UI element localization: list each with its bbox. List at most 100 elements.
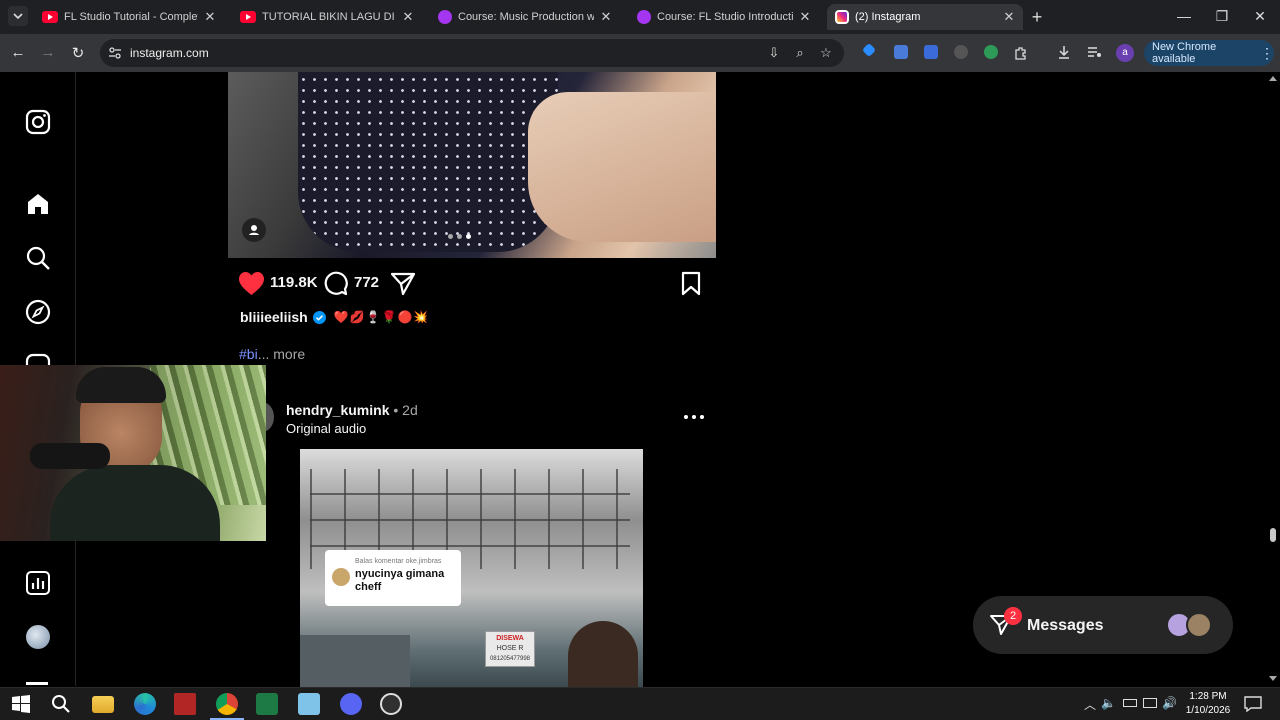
caption-more-row: #bi... more — [239, 346, 305, 362]
page-scrollbar[interactable] — [1266, 72, 1280, 686]
tab-title: FL Studio Tutorial - Complete M — [64, 11, 198, 23]
explore-compass-icon[interactable] — [24, 298, 52, 326]
profile-avatar[interactable] — [26, 625, 50, 649]
save-bookmark-icon[interactable] — [680, 271, 702, 296]
post-separator: • — [393, 402, 399, 418]
discord-icon[interactable] — [340, 693, 362, 715]
site-info-icon[interactable] — [108, 46, 122, 60]
home-icon[interactable] — [24, 190, 52, 218]
tab-fl-studio-tutorial[interactable]: FL Studio Tutorial - Complete M ✕ — [34, 4, 224, 30]
windows-start-icon[interactable] — [10, 693, 32, 715]
scroll-down-arrow[interactable] — [1269, 676, 1277, 681]
search-icon[interactable] — [50, 693, 72, 715]
extension-puzzle-blue-icon[interactable] — [894, 45, 908, 59]
battery-icon[interactable] — [1123, 699, 1137, 707]
extension-green-icon[interactable] — [984, 45, 998, 59]
post-username[interactable]: bliiieeliish — [240, 309, 308, 325]
profile-avatar[interactable]: a — [1116, 44, 1134, 62]
extension-diamond-icon[interactable] — [861, 42, 877, 58]
address-bar[interactable]: instagram.com ⇩ ⌕ ☆ — [100, 39, 844, 67]
carousel-dot-active — [466, 234, 471, 239]
tab-search-button[interactable] — [8, 6, 28, 26]
taskbar-clock[interactable]: 1:28 PM 1/10/2026 — [1182, 690, 1234, 718]
close-tab-icon[interactable]: ✕ — [402, 9, 414, 25]
scroll-thumb[interactable] — [1270, 528, 1276, 542]
extension-bitwarden-icon[interactable] — [924, 45, 938, 59]
sign-sub: HOSE R — [496, 645, 524, 652]
close-window-button[interactable]: ✕ — [1250, 8, 1270, 25]
more-link[interactable]: ... more — [258, 346, 305, 362]
post-video[interactable]: DISEWA HOSE R 081205477998 Balas komenta… — [228, 449, 716, 687]
dashboard-chart-icon[interactable] — [24, 569, 52, 597]
chat-avatar[interactable] — [1186, 612, 1212, 638]
post-header: hendry_kumink • 2d Original audio — [286, 402, 418, 436]
clock-date: 1/10/2026 — [1185, 705, 1231, 716]
heart-filled-icon[interactable] — [238, 271, 265, 296]
verified-badge-icon — [312, 310, 326, 324]
file-explorer-icon[interactable] — [92, 696, 114, 713]
minimize-button[interactable]: — — [1174, 8, 1194, 24]
udemy-icon — [637, 10, 651, 24]
scroll-up-arrow[interactable] — [1269, 76, 1277, 81]
share-send-icon[interactable] — [390, 272, 416, 296]
webcam-overlay — [0, 365, 266, 541]
speaker-icon[interactable]: 🔈 — [1101, 696, 1116, 710]
tab-course-fl-studio-intro[interactable]: Course: FL Studio Introduction ✕ — [629, 4, 819, 30]
messages-button[interactable]: 2 Messages — [973, 596, 1233, 654]
clock-time: 1:28 PM — [1189, 691, 1227, 702]
forward-button[interactable]: → — [38, 44, 58, 61]
new-chrome-available-button[interactable]: New Chrome available ⋮ — [1144, 40, 1274, 66]
close-tab-icon[interactable]: ✕ — [799, 9, 811, 25]
obs-icon[interactable] — [380, 693, 402, 715]
downloads-icon[interactable] — [1056, 44, 1072, 60]
bookmark-star-icon[interactable]: ☆ — [818, 45, 834, 61]
excel-icon[interactable] — [256, 693, 278, 715]
chevron-down-icon — [13, 13, 23, 20]
close-tab-icon[interactable]: ✕ — [1003, 9, 1015, 25]
youtube-icon — [240, 11, 256, 23]
more-menu-icon[interactable] — [26, 682, 48, 685]
audio-link[interactable]: Original audio — [286, 421, 418, 436]
hashtag-link[interactable]: #bi — [239, 346, 258, 362]
edge-icon[interactable] — [134, 693, 156, 715]
messages-label: Messages — [1027, 617, 1104, 634]
extension-gray-icon[interactable] — [954, 45, 968, 59]
voicemeeter-icon[interactable] — [174, 693, 196, 715]
reload-button[interactable]: ↻ — [68, 44, 88, 62]
comment-count[interactable]: 772 — [354, 274, 379, 291]
kebab-menu-icon: ⋮ — [1260, 44, 1274, 61]
notification-icon[interactable] — [1244, 696, 1262, 712]
chrome-icon[interactable] — [216, 693, 238, 715]
back-button[interactable]: ← — [8, 44, 28, 61]
post-media-image[interactable] — [228, 72, 716, 258]
carousel-dot — [448, 234, 453, 239]
instagram-icon — [835, 10, 849, 24]
notepad-icon[interactable] — [298, 693, 320, 715]
search-icon[interactable] — [24, 244, 52, 272]
like-count[interactable]: 119.8K — [270, 274, 318, 291]
comment-icon[interactable] — [324, 271, 349, 296]
media-controls-icon[interactable] — [1086, 44, 1102, 60]
trash-bin — [300, 635, 410, 687]
tab-title: Course: Music Production with — [458, 11, 594, 23]
tab-instagram[interactable]: (2) Instagram ✕ — [827, 4, 1023, 30]
tab-course-music-production[interactable]: Course: Music Production with ✕ — [430, 4, 620, 30]
post-actions-bar: 119.8K 772 — [238, 270, 708, 296]
show-hidden-icons-chevron-icon[interactable]: ︿ — [1084, 696, 1096, 713]
post-username[interactable]: hendry_kumink — [286, 402, 389, 418]
zoom-icon[interactable]: ⌕ — [792, 45, 808, 61]
close-tab-icon[interactable]: ✕ — [600, 9, 612, 25]
extensions-puzzle-icon[interactable] — [1013, 45, 1029, 61]
volume-icon[interactable]: 🔊 — [1162, 696, 1177, 710]
close-tab-icon[interactable]: ✕ — [204, 9, 216, 25]
caption-emojis: ❤️💋🍷🌹🔴💥 — [333, 310, 430, 324]
network-icon[interactable] — [1143, 698, 1157, 708]
tagged-user-icon[interactable] — [242, 218, 266, 242]
more-options-icon[interactable] — [683, 414, 705, 420]
restore-button[interactable]: ❐ — [1212, 8, 1232, 25]
tab-tutorial-bikin-lagu[interactable]: TUTORIAL BIKIN LAGU DI FL STU ✕ — [232, 4, 422, 30]
new-tab-button[interactable]: + — [1029, 7, 1045, 28]
post-age[interactable]: 2d — [402, 402, 418, 418]
instagram-logo-icon[interactable] — [24, 108, 52, 136]
install-app-icon[interactable]: ⇩ — [766, 45, 782, 61]
